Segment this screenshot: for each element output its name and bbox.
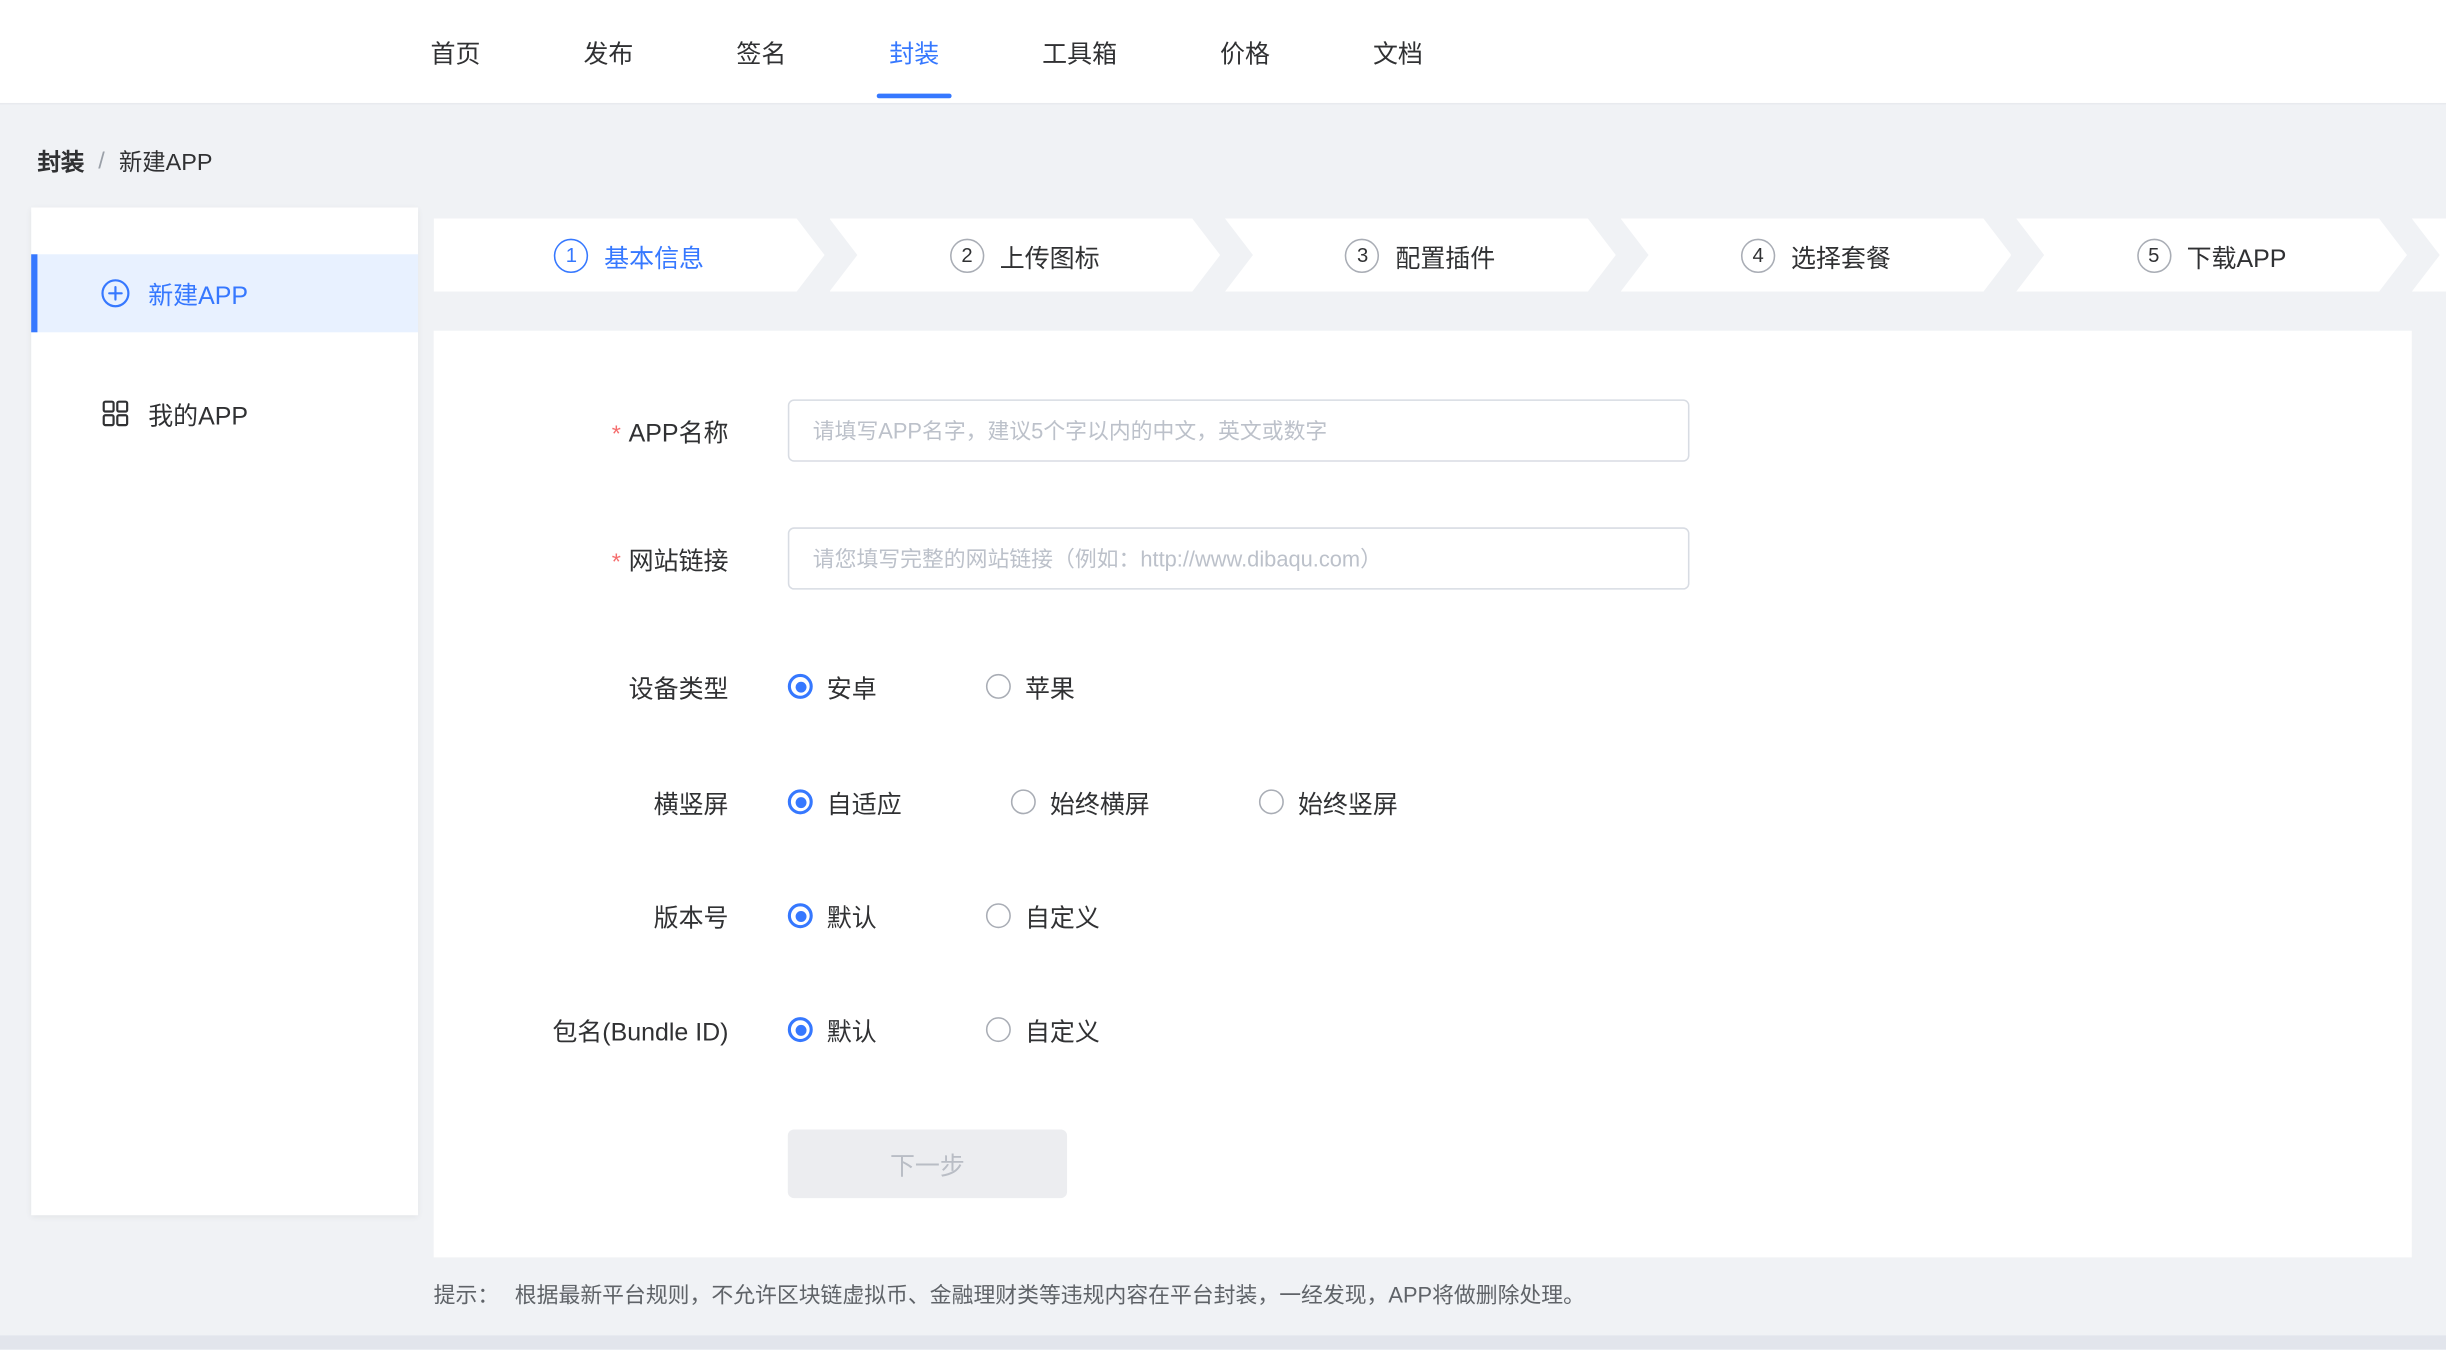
- radio-dot: [986, 674, 1011, 699]
- radio-label: 自适应: [827, 783, 902, 820]
- step-label: 基本信息: [604, 236, 704, 273]
- tip-text: 根据最新平台规则，不允许区块链虚拟币、金融理财类等违规内容在平台封装，一经发现，…: [515, 1279, 1585, 1310]
- radio-label: 自定义: [1025, 897, 1100, 934]
- form-row-device-type: 设备类型 安卓 苹果: [434, 655, 2412, 717]
- radio-bundle-default[interactable]: 默认: [788, 1011, 877, 1048]
- step-select-plan[interactable]: 4 选择套餐: [1620, 218, 2011, 291]
- nav-item-publish[interactable]: 发布: [583, 0, 633, 103]
- sidebar-item-label: 新建APP: [148, 275, 248, 312]
- field-label: *网站链接: [434, 540, 729, 577]
- field-label: 包名(Bundle ID): [434, 1011, 729, 1048]
- stepper-tail: [2412, 218, 2446, 291]
- step-number: 4: [1741, 238, 1775, 272]
- nav-item-pricing[interactable]: 价格: [1220, 0, 1270, 103]
- radio-always-landscape[interactable]: 始终横屏: [1011, 783, 1150, 820]
- radio-dot: [788, 1017, 813, 1042]
- radio-dot: [1011, 789, 1036, 814]
- radio-dot: [986, 903, 1011, 928]
- radio-version-custom[interactable]: 自定义: [986, 897, 1100, 934]
- radio-dot: [1259, 789, 1284, 814]
- top-nav: 首页 发布 签名 封装 工具箱 价格 文档: [0, 0, 2446, 105]
- app-name-input[interactable]: [788, 399, 1690, 461]
- next-step-button[interactable]: 下一步: [788, 1129, 1067, 1198]
- radio-version-default[interactable]: 默认: [788, 897, 877, 934]
- breadcrumb-section[interactable]: 封装: [37, 144, 84, 177]
- step-basic-info[interactable]: 1 基本信息: [434, 218, 825, 291]
- breadcrumb-current: 新建APP: [119, 144, 213, 177]
- breadcrumb-separator: /: [98, 147, 105, 174]
- field-label: 横竖屏: [434, 783, 729, 820]
- tip-label: 提示：: [434, 1279, 500, 1310]
- nav-item-toolbox[interactable]: 工具箱: [1042, 0, 1117, 103]
- nav-item-docs[interactable]: 文档: [1373, 0, 1423, 103]
- radio-dot: [788, 674, 813, 699]
- step-number: 5: [2137, 238, 2171, 272]
- radio-always-portrait[interactable]: 始终竖屏: [1259, 783, 1398, 820]
- form-row-website-link: *网站链接: [434, 527, 2412, 589]
- nav-item-sign[interactable]: 签名: [736, 0, 786, 103]
- form-row-bundle-id: 包名(Bundle ID) 默认 自定义: [434, 998, 2412, 1060]
- platform-rules-tip: 提示： 根据最新平台规则，不允许区块链虚拟币、金融理财类等违规内容在平台封装，一…: [434, 1279, 1585, 1310]
- radio-dot: [788, 903, 813, 928]
- form-row-app-name: *APP名称: [434, 399, 2412, 461]
- step-number: 3: [1345, 238, 1379, 272]
- radio-apple[interactable]: 苹果: [986, 668, 1075, 705]
- radio-label: 默认: [827, 897, 877, 934]
- step-label: 配置插件: [1395, 236, 1495, 273]
- footer-strip: [0, 1335, 2446, 1349]
- form-row-version: 版本号 默认 自定义: [434, 885, 2412, 947]
- radio-label: 始终横屏: [1050, 783, 1150, 820]
- stepper: 1 基本信息 2 上传图标 3 配置插件 4 选择套餐 5 下载APP: [434, 218, 2446, 291]
- step-number: 2: [950, 238, 984, 272]
- sidebar: 新建APP 我的APP: [31, 207, 418, 1215]
- required-star: *: [612, 549, 621, 576]
- step-label: 下载APP: [2187, 236, 2287, 273]
- required-star: *: [612, 421, 621, 448]
- step-download-app[interactable]: 5 下载APP: [2016, 218, 2407, 291]
- step-label: 上传图标: [1000, 236, 1100, 273]
- step-upload-icon[interactable]: 2 上传图标: [829, 218, 1220, 291]
- field-label: *APP名称: [434, 412, 729, 449]
- page: 首页 发布 签名 封装 工具箱 价格 文档 封装 / 新建APP 新建APP: [0, 0, 2446, 1349]
- nav-item-package[interactable]: 封装: [889, 0, 939, 103]
- radio-label: 默认: [827, 1011, 877, 1048]
- radio-dot: [788, 789, 813, 814]
- radio-android[interactable]: 安卓: [788, 668, 877, 705]
- step-configure-plugins[interactable]: 3 配置插件: [1225, 218, 1616, 291]
- step-label: 选择套餐: [1791, 236, 1891, 273]
- breadcrumb: 封装 / 新建APP: [37, 144, 212, 178]
- step-number: 1: [554, 238, 588, 272]
- radio-bundle-custom[interactable]: 自定义: [986, 1011, 1100, 1048]
- plus-circle-icon: [100, 278, 131, 309]
- form-card: *APP名称 *网站链接 设备类型 安卓: [434, 331, 2412, 1258]
- grid-icon: [100, 398, 131, 429]
- nav-item-home[interactable]: 首页: [431, 0, 481, 103]
- field-label: 设备类型: [434, 668, 729, 705]
- radio-label: 自定义: [1025, 1011, 1100, 1048]
- sidebar-item-new-app[interactable]: 新建APP: [31, 254, 418, 332]
- sidebar-item-my-app[interactable]: 我的APP: [31, 374, 418, 452]
- website-link-input[interactable]: [788, 527, 1690, 589]
- radio-label: 苹果: [1025, 668, 1075, 705]
- field-label: 版本号: [434, 897, 729, 934]
- sidebar-item-label: 我的APP: [148, 395, 248, 432]
- radio-adaptive[interactable]: 自适应: [788, 783, 902, 820]
- form-row-orientation: 横竖屏 自适应 始终横屏 始终竖屏: [434, 771, 2412, 833]
- radio-label: 始终竖屏: [1298, 783, 1398, 820]
- radio-dot: [986, 1017, 1011, 1042]
- radio-label: 安卓: [827, 668, 877, 705]
